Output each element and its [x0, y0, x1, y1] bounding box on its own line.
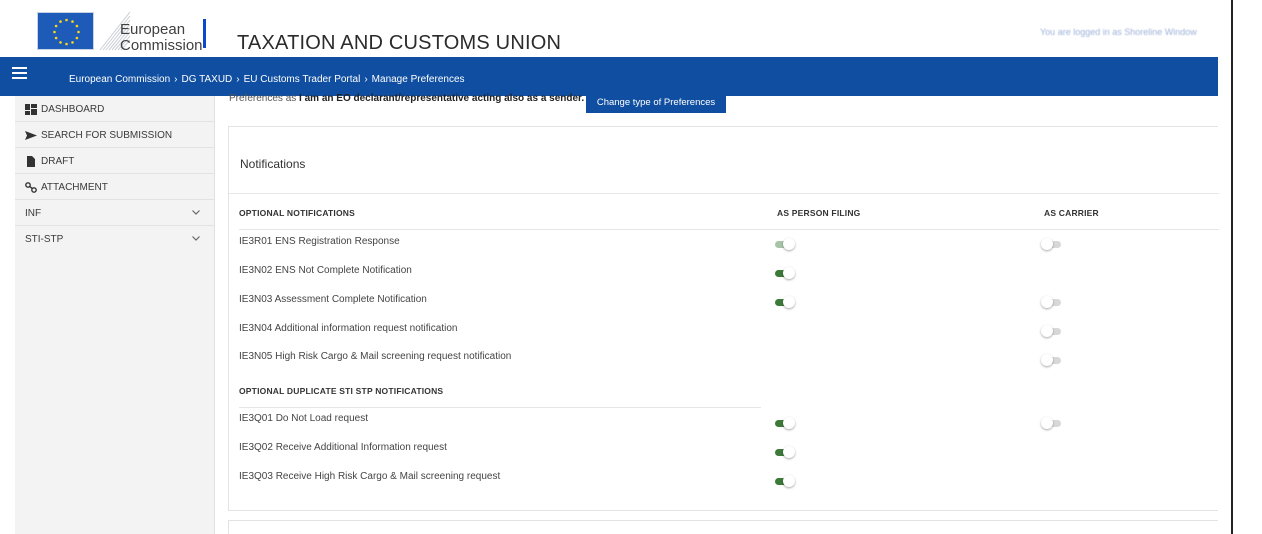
notifications-card: Notifications OPTIONAL NOTIFICATIONS AS … — [228, 126, 1219, 511]
header-divider — [239, 229, 1219, 230]
sidebar-item-inf[interactable]: INF — [15, 200, 215, 226]
toggle-carrier[interactable] — [1041, 354, 1063, 366]
notification-row-label: IE3Q03 Receive High Risk Cargo & Mail sc… — [239, 471, 501, 482]
sidebar-item-label: SEARCH FOR SUBMISSION — [41, 130, 173, 141]
notification-row-label: IE3N05 High Risk Cargo & Mail screening … — [239, 351, 512, 362]
window-edge — [1231, 0, 1233, 534]
sidebar: DASHBOARD SEARCH FOR SUBMISSION DRAFT AT… — [15, 96, 215, 534]
attachment-icon — [25, 182, 37, 193]
notification-row-label: IE3N02 ENS Not Complete Notification — [239, 265, 412, 276]
logo-divider — [203, 19, 206, 48]
notification-row-label: IE3R01 ENS Registration Response — [239, 236, 400, 247]
column-header-as-person-filing: AS PERSON FILING — [777, 208, 861, 218]
toggle-carrier[interactable] — [1041, 238, 1063, 250]
breadcrumb-separator-icon: › — [364, 74, 368, 85]
chevron-down-icon — [192, 236, 200, 241]
logo-line-2: Commission — [120, 37, 203, 54]
preferences-type-text: Preferences as I am an EO declarant/repr… — [229, 93, 584, 104]
notification-row-label: IE3Q02 Receive Additional Information re… — [239, 442, 447, 453]
breadcrumb-separator-icon: › — [236, 74, 240, 85]
app-root: European Commission TAXATION AND CUSTOMS… — [0, 0, 1262, 534]
site-header: European Commission TAXATION AND CUSTOMS… — [0, 0, 1262, 57]
toggle-person-filing[interactable] — [773, 446, 795, 458]
column-header-optional-notifications: OPTIONAL NOTIFICATIONS — [239, 208, 355, 218]
menu-icon[interactable] — [12, 67, 27, 79]
toggle-person-filing[interactable] — [773, 267, 795, 279]
notification-row-label: IE3N03 Assessment Complete Notification — [239, 294, 427, 305]
sidebar-item-label: ATTACHMENT — [41, 182, 108, 193]
preferences-prefix: Preferences as — [229, 93, 297, 104]
breadcrumb-separator-icon: › — [174, 74, 178, 85]
document-icon — [27, 156, 35, 167]
dashboard-icon — [25, 104, 37, 115]
change-preferences-type-button[interactable]: Change type of Preferences — [586, 93, 726, 113]
sidebar-item-label: STI-STP — [25, 234, 64, 245]
sidebar-item-dashboard[interactable]: DASHBOARD — [15, 96, 215, 122]
breadcrumb: European Commission › DG TAXUD › EU Customs … — [69, 74, 465, 85]
notifications-title: Notifications — [240, 157, 306, 171]
sidebar-item-label: INF — [25, 208, 42, 219]
send-icon — [25, 131, 37, 140]
sidebar-item-label: DRAFT — [41, 156, 75, 167]
logo-wordmark: European Commission — [120, 22, 203, 54]
sidebar-item-search-for-submission[interactable]: SEARCH FOR SUBMISSION — [15, 122, 215, 148]
toggle-person-filing[interactable] — [773, 475, 795, 487]
breadcrumb-item[interactable]: DG TAXUD — [182, 74, 233, 85]
breadcrumb-item[interactable]: European Commission — [69, 74, 170, 85]
toggle-person-filing[interactable] — [773, 296, 795, 308]
logo-line-1: European — [120, 21, 186, 38]
sidebar-item-attachment[interactable]: ATTACHMENT — [15, 174, 215, 200]
notification-row-label: IE3Q01 Do Not Load request — [239, 413, 368, 424]
duplicate-notifications-heading: OPTIONAL DUPLICATE STI STP NOTIFICATIONS — [239, 386, 444, 396]
next-card — [228, 520, 1218, 534]
preferences-role: I am an EO declarant/representative acti… — [299, 93, 585, 104]
sidebar-item-label: DASHBOARD — [41, 104, 105, 115]
top-nav-bar: European Commission › DG TAXUD › EU Customs … — [0, 57, 1218, 96]
eu-flag-icon — [37, 12, 94, 50]
toggle-carrier[interactable] — [1041, 296, 1063, 308]
card-divider — [229, 193, 1219, 194]
breadcrumb-current: Manage Preferences — [371, 74, 465, 85]
notification-row-label: IE3N04 Additional information request no… — [239, 323, 458, 334]
sidebar-item-sti-stp[interactable]: STI-STP — [15, 226, 215, 252]
column-header-as-carrier: AS CARRIER — [1044, 208, 1099, 218]
sidebar-item-draft[interactable]: DRAFT — [15, 148, 215, 174]
toggle-person-filing[interactable] — [773, 238, 795, 250]
toggle-carrier[interactable] — [1041, 417, 1063, 429]
breadcrumb-item[interactable]: EU Customs Trader Portal — [244, 74, 361, 85]
logged-in-user[interactable]: You are logged in as Shoreline Window — [1040, 27, 1197, 37]
chevron-down-icon — [192, 210, 200, 215]
section-divider — [239, 407, 761, 408]
site-title: TAXATION AND CUSTOMS UNION — [237, 32, 562, 54]
toggle-person-filing[interactable] — [773, 417, 795, 429]
toggle-carrier[interactable] — [1041, 325, 1063, 337]
